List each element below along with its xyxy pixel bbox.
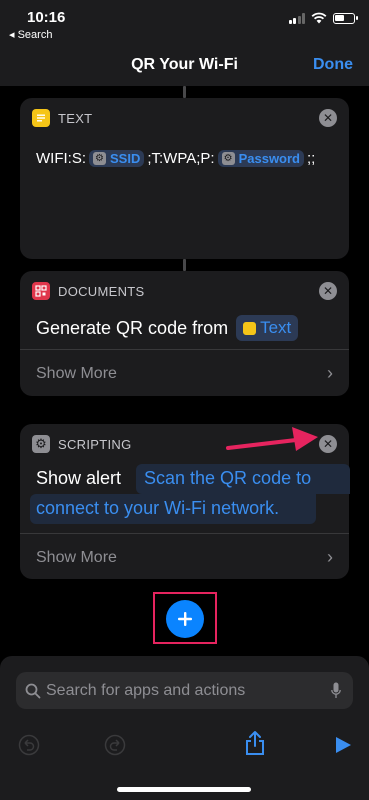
undo-icon[interactable] [18,734,40,756]
share-icon[interactable] [244,730,266,756]
search-icon [25,683,41,699]
microphone-icon[interactable] [331,682,341,699]
redo-icon[interactable] [104,734,126,756]
action-search-panel: Search for apps and actions [0,656,369,800]
play-run-icon[interactable] [334,736,352,754]
search-placeholder: Search for apps and actions [46,682,246,699]
add-action-button[interactable] [166,600,204,638]
home-indicator [117,787,251,792]
plus-icon [178,612,192,626]
search-input[interactable]: Search for apps and actions [16,672,353,709]
